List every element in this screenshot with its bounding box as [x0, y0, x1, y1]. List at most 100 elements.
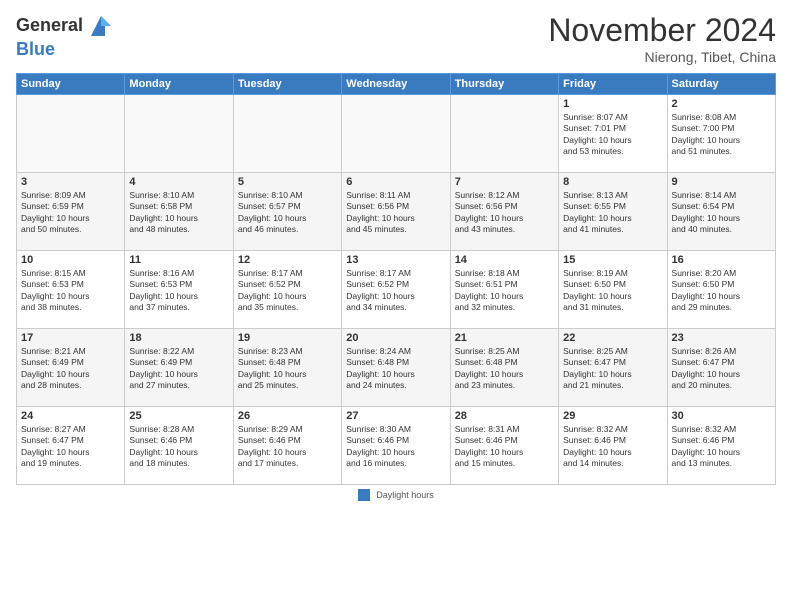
day-info: Sunrise: 8:25 AM Sunset: 6:48 PM Dayligh…	[455, 346, 554, 392]
col-thursday: Thursday	[450, 74, 558, 95]
day-info: Sunrise: 8:15 AM Sunset: 6:53 PM Dayligh…	[21, 268, 120, 314]
footer-box: Daylight hours	[358, 489, 434, 501]
day-number: 21	[455, 332, 554, 344]
day-number: 29	[563, 410, 662, 422]
day-info: Sunrise: 8:08 AM Sunset: 7:00 PM Dayligh…	[672, 112, 771, 158]
day-number: 23	[672, 332, 771, 344]
day-number: 16	[672, 254, 771, 266]
day-number: 11	[129, 254, 228, 266]
day-info: Sunrise: 8:21 AM Sunset: 6:49 PM Dayligh…	[21, 346, 120, 392]
table-row: 25Sunrise: 8:28 AM Sunset: 6:46 PM Dayli…	[125, 407, 233, 485]
day-info: Sunrise: 8:24 AM Sunset: 6:48 PM Dayligh…	[346, 346, 445, 392]
day-info: Sunrise: 8:23 AM Sunset: 6:48 PM Dayligh…	[238, 346, 337, 392]
day-info: Sunrise: 8:20 AM Sunset: 6:50 PM Dayligh…	[672, 268, 771, 314]
day-number: 14	[455, 254, 554, 266]
calendar-week-4: 24 Sunrise: 8:27 AM Sunset: 6:47 PM Dayli…	[17, 407, 776, 485]
table-row: 2Sunrise: 8:08 AM Sunset: 7:00 PM Daylig…	[667, 95, 775, 173]
day-info: Sunrise: 8:18 AM Sunset: 6:51 PM Dayligh…	[455, 268, 554, 314]
day-number: 8	[563, 176, 662, 188]
day-info: Sunrise: 8:25 AM Sunset: 6:47 PM Dayligh…	[563, 346, 662, 392]
col-sunday: Sunday	[17, 74, 125, 95]
table-row: 5 Sunrise: 8:10 AM Sunset: 6:57 PM Daylig…	[233, 173, 341, 251]
day-info: Sunrise: 8:31 AM Sunset: 6:46 PM Dayligh…	[455, 424, 554, 470]
table-row: 13 Sunrise: 8:17 AM Sunset: 6:52 PM Dayli…	[342, 251, 450, 329]
table-row	[233, 95, 341, 173]
title-block: November 2024 Nierong, Tibet, China	[548, 12, 776, 65]
table-row: 12Sunrise: 8:17 AM Sunset: 6:52 PM Dayli…	[233, 251, 341, 329]
day-info: Sunrise: 8:19 AM Sunset: 6:50 PM Dayligh…	[563, 268, 662, 314]
day-info: Sunrise: 8:28 AM Sunset: 6:46 PM Dayligh…	[129, 424, 228, 470]
day-number: 5	[238, 176, 337, 188]
table-row: 24 Sunrise: 8:27 AM Sunset: 6:47 PM Dayli…	[17, 407, 125, 485]
day-number: 12	[238, 254, 337, 266]
table-row: 4Sunrise: 8:10 AM Sunset: 6:58 PM Daylig…	[125, 173, 233, 251]
table-row: 3 Sunrise: 8:09 AM Sunset: 6:59 PM Daylig…	[17, 173, 125, 251]
day-number: 24	[21, 410, 120, 422]
day-number: 22	[563, 332, 662, 344]
table-row: 19 Sunrise: 8:23 AM Sunset: 6:48 PM Dayli…	[233, 329, 341, 407]
day-info: Sunrise: 8:12 AM Sunset: 6:56 PM Dayligh…	[455, 190, 554, 236]
day-number: 13	[346, 254, 445, 266]
day-number: 15	[563, 254, 662, 266]
logo-text: General	[16, 16, 83, 36]
table-row: 26 Sunrise: 8:29 AM Sunset: 6:46 PM Dayli…	[233, 407, 341, 485]
day-number: 4	[129, 176, 228, 188]
table-row: 6Sunrise: 8:11 AM Sunset: 6:56 PM Daylig…	[342, 173, 450, 251]
day-number: 26	[238, 410, 337, 422]
location: Nierong, Tibet, China	[548, 49, 776, 65]
day-info: Sunrise: 8:10 AM Sunset: 6:57 PM Dayligh…	[238, 190, 337, 236]
calendar-week-3: 17 Sunrise: 8:21 AM Sunset: 6:49 PM Dayli…	[17, 329, 776, 407]
table-row: 7 Sunrise: 8:12 AM Sunset: 6:56 PM Daylig…	[450, 173, 558, 251]
day-info: Sunrise: 8:26 AM Sunset: 6:47 PM Dayligh…	[672, 346, 771, 392]
day-info: Sunrise: 8:14 AM Sunset: 6:54 PM Dayligh…	[672, 190, 771, 236]
day-info: Sunrise: 8:27 AM Sunset: 6:47 PM Dayligh…	[21, 424, 120, 470]
footer-label: Daylight hours	[376, 490, 434, 500]
table-row: 28 Sunrise: 8:31 AM Sunset: 6:46 PM Dayli…	[450, 407, 558, 485]
day-number: 20	[346, 332, 445, 344]
table-row: 22 Sunrise: 8:25 AM Sunset: 6:47 PM Dayli…	[559, 329, 667, 407]
day-number: 30	[672, 410, 771, 422]
day-info: Sunrise: 8:22 AM Sunset: 6:49 PM Dayligh…	[129, 346, 228, 392]
col-friday: Friday	[559, 74, 667, 95]
day-info: Sunrise: 8:29 AM Sunset: 6:46 PM Dayligh…	[238, 424, 337, 470]
day-info: Sunrise: 8:09 AM Sunset: 6:59 PM Dayligh…	[21, 190, 120, 236]
table-row: 18 Sunrise: 8:22 AM Sunset: 6:49 PM Dayli…	[125, 329, 233, 407]
day-number: 19	[238, 332, 337, 344]
footer-swatch	[358, 489, 370, 501]
day-number: 27	[346, 410, 445, 422]
footer: Daylight hours	[16, 489, 776, 501]
calendar-week-1: 3 Sunrise: 8:09 AM Sunset: 6:59 PM Daylig…	[17, 173, 776, 251]
calendar-table: Sunday Monday Tuesday Wednesday Thursday…	[16, 73, 776, 485]
day-info: Sunrise: 8:30 AM Sunset: 6:46 PM Dayligh…	[346, 424, 445, 470]
day-number: 18	[129, 332, 228, 344]
day-number: 17	[21, 332, 120, 344]
day-info: Sunrise: 8:17 AM Sunset: 6:52 PM Dayligh…	[346, 268, 445, 314]
day-info: Sunrise: 8:16 AM Sunset: 6:53 PM Dayligh…	[129, 268, 228, 314]
calendar-header-row: Sunday Monday Tuesday Wednesday Thursday…	[17, 74, 776, 95]
month-title: November 2024	[548, 12, 776, 49]
table-row	[125, 95, 233, 173]
table-row: 16 Sunrise: 8:20 AM Sunset: 6:50 PM Dayli…	[667, 251, 775, 329]
day-info: Sunrise: 8:11 AM Sunset: 6:56 PM Dayligh…	[346, 190, 445, 236]
col-monday: Monday	[125, 74, 233, 95]
table-row: 14 Sunrise: 8:18 AM Sunset: 6:51 PM Dayli…	[450, 251, 558, 329]
col-tuesday: Tuesday	[233, 74, 341, 95]
day-number: 9	[672, 176, 771, 188]
day-number: 3	[21, 176, 120, 188]
col-wednesday: Wednesday	[342, 74, 450, 95]
table-row: 23 Sunrise: 8:26 AM Sunset: 6:47 PM Dayli…	[667, 329, 775, 407]
table-row: 17 Sunrise: 8:21 AM Sunset: 6:49 PM Dayli…	[17, 329, 125, 407]
page: General Blue November 2024 Nierong, Tibe…	[0, 0, 792, 612]
day-number: 28	[455, 410, 554, 422]
day-number: 10	[21, 254, 120, 266]
day-info: Sunrise: 8:13 AM Sunset: 6:55 PM Dayligh…	[563, 190, 662, 236]
day-info: Sunrise: 8:32 AM Sunset: 6:46 PM Dayligh…	[563, 424, 662, 470]
table-row: 1Sunrise: 8:07 AM Sunset: 7:01 PM Daylig…	[559, 95, 667, 173]
table-row: 9 Sunrise: 8:14 AM Sunset: 6:54 PM Daylig…	[667, 173, 775, 251]
day-number: 7	[455, 176, 554, 188]
table-row: 29 Sunrise: 8:32 AM Sunset: 6:46 PM Dayli…	[559, 407, 667, 485]
table-row	[342, 95, 450, 173]
table-row: 27 Sunrise: 8:30 AM Sunset: 6:46 PM Dayli…	[342, 407, 450, 485]
logo: General Blue	[16, 12, 115, 60]
logo-blue-text: Blue	[16, 40, 55, 60]
